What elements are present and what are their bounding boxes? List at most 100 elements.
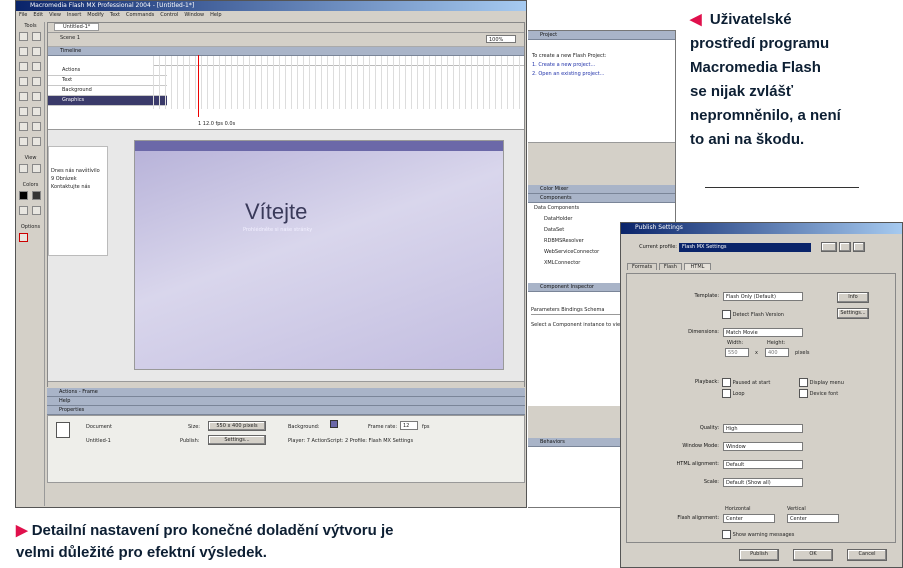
- zoom-tool-icon[interactable]: [32, 164, 41, 173]
- project-panel-header[interactable]: Project: [528, 31, 675, 40]
- dialog-row-select[interactable]: Default: [723, 460, 803, 469]
- profile-options-button[interactable]: [821, 242, 837, 252]
- timeline-header[interactable]: Timeline: [48, 47, 524, 56]
- tab-flash[interactable]: Flash: [658, 263, 682, 270]
- paused-option[interactable]: Paused at start: [722, 378, 770, 387]
- arrow-tool-icon[interactable]: [19, 32, 28, 41]
- line-tool-icon[interactable]: [19, 47, 28, 56]
- paint-bucket-icon[interactable]: [32, 122, 41, 131]
- menu-item-help[interactable]: Help: [210, 12, 221, 18]
- oval-tool-icon[interactable]: [19, 77, 28, 86]
- display-menu-checkbox[interactable]: [799, 378, 808, 387]
- scene-label[interactable]: Scene 1: [60, 35, 80, 41]
- menu-item-file[interactable]: File: [19, 12, 27, 18]
- fill-color-icon[interactable]: [32, 191, 41, 200]
- tab-html[interactable]: HTML: [683, 263, 712, 270]
- background-swatch[interactable]: [330, 420, 338, 428]
- stage-hscrollbar[interactable]: [48, 381, 524, 388]
- menu-item-text[interactable]: Text: [110, 12, 120, 18]
- player-info[interactable]: Player: 7 ActionScript: 2 Profile: Flash…: [288, 438, 413, 444]
- info-button[interactable]: Info: [837, 292, 869, 303]
- menu-item-insert[interactable]: Insert: [67, 12, 81, 18]
- dialog-row-select[interactable]: Center: [723, 514, 775, 523]
- menu-item-modify[interactable]: Modify: [87, 12, 104, 18]
- cancel-button[interactable]: Cancel: [847, 549, 887, 561]
- width-input[interactable]: 550: [725, 348, 749, 357]
- loop-checkbox[interactable]: [722, 389, 731, 398]
- hand-tool-icon[interactable]: [19, 164, 28, 173]
- brush-tool-icon[interactable]: [32, 92, 41, 101]
- size-button[interactable]: 550 x 400 pixels: [208, 421, 266, 431]
- dialog-row-select[interactable]: Match Movie: [723, 328, 803, 337]
- dialog-row-select[interactable]: High: [723, 424, 803, 433]
- display-menu-option[interactable]: Display menu: [799, 378, 844, 387]
- layer-row[interactable]: Text: [48, 76, 167, 86]
- dialog-row-select[interactable]: Window: [723, 442, 803, 451]
- menu-item-window[interactable]: Window: [184, 12, 204, 18]
- size-label: Size:: [188, 424, 200, 430]
- detect-version[interactable]: Detect Flash Version: [722, 310, 784, 319]
- stroke-color-icon[interactable]: [19, 191, 28, 200]
- snap-option-icon[interactable]: [19, 233, 28, 242]
- zoom-select[interactable]: 100%: [486, 35, 516, 43]
- warnings-option[interactable]: Show warning messages: [722, 530, 794, 539]
- free-transform-icon[interactable]: [19, 107, 28, 116]
- menu-item-control[interactable]: Control: [160, 12, 178, 18]
- subselect-tool-icon[interactable]: [32, 32, 41, 41]
- doc-tab[interactable]: Untitled-1*: [48, 23, 524, 33]
- profile-add-button[interactable]: [839, 242, 851, 252]
- offstage-text-2: 9 Obrázek: [51, 176, 77, 182]
- publish-settings-button[interactable]: Settings...: [208, 435, 266, 445]
- components-header[interactable]: Components: [528, 194, 675, 203]
- dialog-row-select[interactable]: Flash Only (Default): [723, 292, 803, 301]
- menu-item-commands[interactable]: Commands: [126, 12, 154, 18]
- pen-tool-icon[interactable]: [19, 62, 28, 71]
- lasso-tool-icon[interactable]: [32, 47, 41, 56]
- device-font-option[interactable]: Device font: [799, 389, 838, 398]
- stage[interactable]: Vítejte Prohlédněte si naše stránky: [134, 140, 504, 370]
- actions-panel-header[interactable]: Actions - Frame: [47, 388, 525, 397]
- warnings-checkbox[interactable]: [722, 530, 731, 539]
- frame-grid[interactable]: [153, 64, 524, 109]
- profile-delete-button[interactable]: [853, 242, 865, 252]
- paused-checkbox[interactable]: [722, 378, 731, 387]
- layer-row[interactable]: Actions: [48, 66, 167, 76]
- component-item[interactable]: Data Components: [534, 203, 675, 214]
- properties-panel-header[interactable]: Properties: [47, 406, 525, 415]
- flash-align-vertical-select[interactable]: Center: [787, 514, 839, 523]
- detect-checkbox[interactable]: [722, 310, 731, 319]
- help-panel-header[interactable]: Help: [47, 397, 525, 406]
- height-input[interactable]: 400: [765, 348, 789, 357]
- loop-option[interactable]: Loop: [722, 389, 745, 398]
- text-tool-icon[interactable]: [32, 62, 41, 71]
- pixels-label: pixels: [795, 350, 810, 356]
- dialog-row-select[interactable]: Default (Show all): [723, 478, 803, 487]
- fps-input[interactable]: 12: [400, 421, 418, 430]
- color-mixer-header[interactable]: Color Mixer: [528, 185, 675, 194]
- project-link-1[interactable]: 1. Create a new project...: [532, 61, 671, 70]
- device-font-checkbox[interactable]: [799, 389, 808, 398]
- caption-right-line-1: Uživatelské: [709, 11, 792, 28]
- tab-formats[interactable]: Formats: [627, 263, 658, 270]
- playhead[interactable]: [198, 55, 199, 117]
- project-link-2[interactable]: 2. Open an existing project...: [532, 70, 671, 79]
- profile-select[interactable]: Flash MX Settings: [679, 243, 811, 252]
- layer-row[interactable]: Graphics: [48, 96, 167, 106]
- dialog-titlebar[interactable]: Publish Settings: [621, 223, 902, 234]
- pencil-tool-icon[interactable]: [19, 92, 28, 101]
- swap-colors-icon[interactable]: [19, 206, 28, 215]
- window-titlebar[interactable]: Macromedia Flash MX Professional 2004 - …: [16, 1, 526, 11]
- default-colors-icon[interactable]: [32, 206, 41, 215]
- fill-transform-icon[interactable]: [32, 107, 41, 116]
- layer-row[interactable]: Background: [48, 86, 167, 96]
- ink-bottle-icon[interactable]: [19, 122, 28, 131]
- ok-button[interactable]: OK: [793, 549, 833, 561]
- eraser-icon[interactable]: [32, 137, 41, 146]
- menu-item-view[interactable]: View: [49, 12, 61, 18]
- eyedropper-icon[interactable]: [19, 137, 28, 146]
- timeline-status: 1 12.0 fps 0.0s: [198, 121, 236, 127]
- rectangle-tool-icon[interactable]: [32, 77, 41, 86]
- menu-item-edit[interactable]: Edit: [33, 12, 43, 18]
- detect-settings-button[interactable]: Settings...: [837, 308, 869, 319]
- publish-button[interactable]: Publish: [739, 549, 779, 561]
